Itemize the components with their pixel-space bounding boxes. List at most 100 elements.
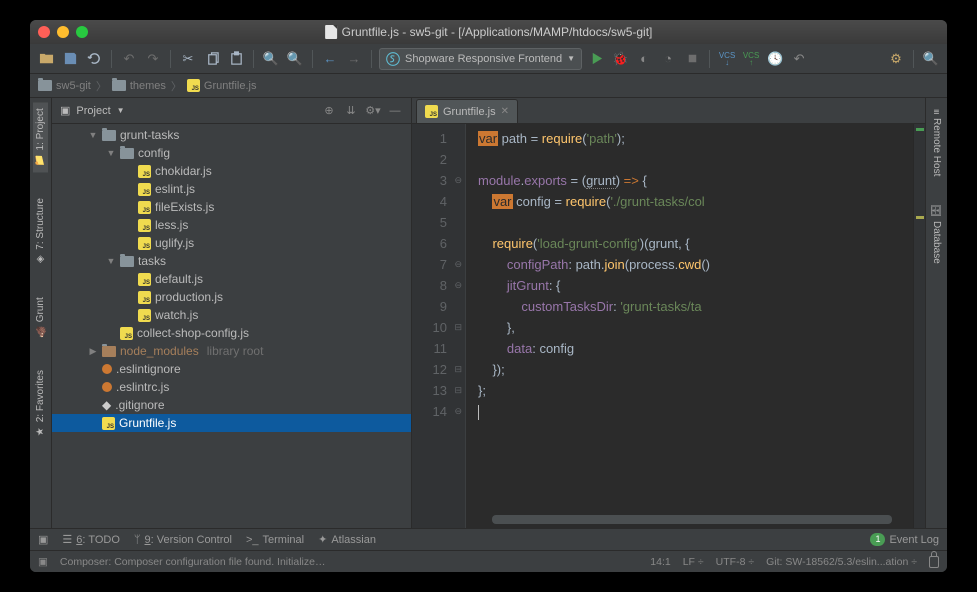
search-everywhere-icon[interactable]: 🔍 (921, 49, 941, 69)
redo-icon[interactable]: ↷ (143, 49, 163, 69)
fold-icon[interactable]: ⊖ (454, 401, 462, 422)
line-number[interactable]: 11 (416, 338, 447, 359)
line-number[interactable]: 4 (416, 191, 447, 212)
hide-icon[interactable]: — (387, 103, 403, 119)
line-number[interactable]: 10⊟ (416, 317, 447, 338)
line-number[interactable]: 3⊖ (416, 170, 447, 191)
code-content[interactable]: var path = require('path'); module.expor… (466, 124, 913, 528)
tree-item[interactable]: ▼grunt-tasks (52, 126, 411, 144)
copy-icon[interactable] (202, 49, 222, 69)
stop-icon[interactable] (682, 49, 702, 69)
tool-tab----structure[interactable]: ◈7: Structure (33, 192, 48, 271)
project-tree[interactable]: ▼grunt-tasks▼configchokidar.jseslint.jsf… (52, 124, 411, 528)
paste-icon[interactable] (226, 49, 246, 69)
open-icon[interactable] (36, 49, 56, 69)
tree-item[interactable]: ◆.gitignore (52, 396, 411, 414)
tree-item[interactable]: watch.js (52, 306, 411, 324)
breadcrumb-item[interactable]: themes (112, 80, 166, 92)
tree-item[interactable]: eslint.js (52, 180, 411, 198)
expand-arrow-icon[interactable]: ▶ (88, 346, 98, 357)
minimize-window-button[interactable] (57, 26, 69, 38)
find-icon[interactable]: 🔍 (261, 49, 281, 69)
tool-windows-icon[interactable]: ▣ (38, 533, 48, 546)
tool-tab----favorites[interactable]: ★2: Favorites (33, 364, 48, 443)
cut-icon[interactable]: ✂ (178, 49, 198, 69)
replace-icon[interactable]: 🔍 (285, 49, 305, 69)
tree-item[interactable]: ▶node_moduleslibrary root (52, 342, 411, 360)
vcs-commit-icon[interactable]: VCS↑ (741, 49, 761, 69)
undo-icon[interactable]: ↶ (119, 49, 139, 69)
collapse-all-icon[interactable]: ⇊ (343, 103, 359, 119)
event-log-button[interactable]: 1Event Log (870, 533, 939, 546)
coverage-icon[interactable]: ◐ (634, 49, 654, 69)
tool-tab----project[interactable]: 📁1: Project (33, 102, 48, 172)
line-number[interactable]: 1 (416, 128, 447, 149)
tree-item[interactable]: collect-shop-config.js (52, 324, 411, 342)
back-icon[interactable]: ← (320, 49, 340, 69)
bottom-tab-terminal[interactable]: >_Terminal (246, 534, 304, 546)
chevron-down-icon[interactable]: ▼ (117, 106, 125, 115)
run-config-dropdown[interactable]: Shopware Responsive Frontend ▼ (379, 48, 582, 70)
breadcrumb-item[interactable]: sw5-git (38, 80, 91, 92)
editor-tab[interactable]: Gruntfile.js ✕ (416, 99, 518, 123)
fold-icon[interactable]: ⊖ (454, 254, 462, 275)
tree-item[interactable]: ▼config (52, 144, 411, 162)
line-ending[interactable]: LF ÷ (683, 556, 704, 568)
settings-icon[interactable]: ⚙ (886, 49, 906, 69)
vcs-update-icon[interactable]: VCS↓ (717, 49, 737, 69)
fold-icon[interactable]: ⊟ (454, 380, 462, 401)
profile-icon[interactable]: ◔ (658, 49, 678, 69)
expand-arrow-icon[interactable]: ▼ (106, 256, 116, 266)
tree-item[interactable]: less.js (52, 216, 411, 234)
fold-icon[interactable]: ⊟ (454, 317, 462, 338)
tree-item[interactable]: production.js (52, 288, 411, 306)
error-stripe[interactable] (913, 124, 925, 528)
git-branch[interactable]: Git: SW-18562/5.3/eslin...ation ÷ (766, 556, 917, 568)
scroll-from-source-icon[interactable]: ⊕ (321, 103, 337, 119)
gear-icon[interactable]: ⚙▾ (365, 103, 381, 119)
line-number[interactable]: 6 (416, 233, 447, 254)
maximize-window-button[interactable] (76, 26, 88, 38)
bottom-tab-atlassian[interactable]: ✦Atlassian (318, 533, 376, 546)
tool-window-toggle-icon[interactable]: ▣ (38, 556, 48, 568)
horizontal-scrollbar[interactable] (492, 515, 892, 524)
fold-icon[interactable]: ⊟ (454, 359, 462, 380)
tool-tab-grunt[interactable]: 🐗Grunt (33, 291, 48, 344)
line-number[interactable]: 7⊖ (416, 254, 447, 275)
line-number[interactable]: 9 (416, 296, 447, 317)
tree-item[interactable]: default.js (52, 270, 411, 288)
line-number[interactable]: 2 (416, 149, 447, 170)
bottom-tab----todo[interactable]: ☰6: TODO (62, 533, 120, 546)
lock-icon[interactable] (929, 556, 939, 568)
file-encoding[interactable]: UTF-8 ÷ (716, 556, 754, 568)
tree-item[interactable]: ▼tasks (52, 252, 411, 270)
tool-tab-remote-host[interactable]: ≡Remote Host (929, 102, 944, 182)
expand-arrow-icon[interactable]: ▼ (88, 130, 98, 140)
line-number[interactable]: 14⊖ (416, 401, 447, 422)
forward-icon[interactable]: → (344, 49, 364, 69)
tool-tab-database[interactable]: 🗄Database (929, 198, 944, 270)
save-icon[interactable] (60, 49, 80, 69)
line-number[interactable]: 8⊖ (416, 275, 447, 296)
tree-item[interactable]: chokidar.js (52, 162, 411, 180)
line-number[interactable]: 12⊟ (416, 359, 447, 380)
line-number[interactable]: 13⊟ (416, 380, 447, 401)
refresh-icon[interactable] (84, 49, 104, 69)
line-number[interactable]: 5 (416, 212, 447, 233)
expand-arrow-icon[interactable]: ▼ (106, 148, 116, 158)
run-icon[interactable] (586, 49, 606, 69)
fold-icon[interactable]: ⊖ (454, 170, 462, 191)
tree-item[interactable]: fileExists.js (52, 198, 411, 216)
debug-icon[interactable]: 🐞 (610, 49, 630, 69)
fold-icon[interactable]: ⊖ (454, 275, 462, 296)
tree-item[interactable]: .eslintrc.js (52, 378, 411, 396)
close-tab-icon[interactable]: ✕ (501, 106, 509, 117)
history-icon[interactable]: 🕓 (765, 49, 785, 69)
close-window-button[interactable] (38, 26, 50, 38)
tree-item[interactable]: .eslintignore (52, 360, 411, 378)
tree-item[interactable]: Gruntfile.js (52, 414, 411, 432)
revert-icon[interactable]: ↶ (789, 49, 809, 69)
code-editor[interactable]: 123⊖4567⊖8⊖910⊟1112⊟13⊟14⊖ var path = re… (412, 124, 925, 528)
tree-item[interactable]: uglify.js (52, 234, 411, 252)
caret-position[interactable]: 14:1 (650, 556, 670, 568)
